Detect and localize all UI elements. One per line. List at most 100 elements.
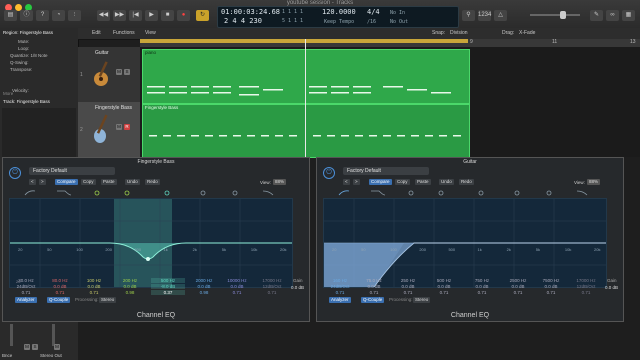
inspector-row[interactable]: Quantize: 1/8 Note: [10, 53, 48, 58]
track-header-bass[interactable]: 2 Fingerstyle Bass M R: [78, 102, 140, 158]
time-signature[interactable]: 4/4: [367, 8, 380, 16]
playhead[interactable]: [305, 39, 306, 157]
undo-button[interactable]: Undo: [439, 179, 454, 185]
band-gain[interactable]: 0.0 dB: [359, 284, 389, 289]
mixer-icon[interactable]: ⫶: [68, 10, 81, 21]
redo-button[interactable]: Redo: [145, 179, 160, 185]
band-q[interactable]: 0.71: [323, 290, 357, 295]
stop-icon[interactable]: ■: [161, 10, 174, 21]
track-name[interactable]: Guitar: [95, 50, 109, 56]
band-freq[interactable]: 7500 Hz: [535, 278, 567, 283]
more-toggle[interactable]: More: [3, 91, 13, 96]
tempo-value[interactable]: 120.0000: [322, 8, 356, 16]
mute-button[interactable]: M: [54, 344, 60, 350]
power-icon[interactable]: ⏻: [323, 167, 335, 179]
band-freq[interactable]: 17000 Hz: [255, 278, 289, 283]
band-q[interactable]: 0.71: [465, 290, 499, 295]
drag-select[interactable]: X-Fade: [519, 30, 535, 36]
zoom-select[interactable]: 88%: [587, 179, 601, 185]
band-gain[interactable]: 0.0 dB: [45, 284, 75, 289]
preset-menu[interactable]: Factory Default: [343, 167, 429, 175]
band-freq[interactable]: 2000 Hz: [189, 278, 219, 283]
band-gain-selected[interactable]: -8.0 dB: [151, 284, 185, 289]
track-name[interactable]: Fingerstyle Bass: [95, 105, 132, 111]
mute-button[interactable]: M: [116, 69, 122, 75]
solo-button[interactable]: S: [124, 69, 130, 75]
smart-controls-icon[interactable]: ◔: [52, 10, 65, 21]
inspector-icon[interactable]: ⓘ: [20, 10, 33, 21]
go-to-start-icon[interactable]: |◀: [129, 10, 142, 21]
band-gain[interactable]: 0.0 dB: [535, 284, 567, 289]
gain-value[interactable]: 0.0 dB: [291, 285, 304, 290]
record-icon[interactable]: ●: [177, 10, 190, 21]
band-q[interactable]: 0.71: [535, 290, 567, 295]
division[interactable]: /16: [367, 19, 376, 25]
solo-button[interactable]: S: [32, 344, 38, 350]
tuner-icon[interactable]: ⚲: [462, 10, 475, 21]
browser-icon[interactable]: ▦: [622, 10, 635, 21]
band-q[interactable]: 0.98: [115, 290, 145, 295]
play-icon[interactable]: ▶: [145, 10, 158, 21]
master-volume-knob[interactable]: [560, 11, 566, 19]
analyzer-button[interactable]: Analyzer: [329, 297, 351, 303]
band-freq[interactable]: 75.0 Hz: [359, 278, 389, 283]
band-gain[interactable]: 0.0 dB: [79, 284, 109, 289]
band-gain[interactable]: 0.0 dB: [189, 284, 219, 289]
band-q[interactable]: 0.71: [429, 290, 459, 295]
record-enable-button[interactable]: R: [124, 124, 130, 130]
undo-button[interactable]: Undo: [125, 179, 140, 185]
volume-fader[interactable]: [10, 324, 13, 346]
processing-select[interactable]: Stereo: [413, 297, 431, 303]
band-q[interactable]: 0.71: [569, 290, 603, 295]
band-q[interactable]: 0.71: [45, 290, 75, 295]
analyzer-button[interactable]: Analyzer: [15, 297, 37, 303]
band-q[interactable]: 0.71: [503, 290, 533, 295]
band-q-selected[interactable]: 0.37: [151, 290, 185, 295]
copy-button[interactable]: Copy: [81, 179, 96, 185]
forward-icon[interactable]: ▶▶: [113, 10, 126, 21]
band-freq[interactable]: 17000 Hz: [569, 278, 603, 283]
band-gain[interactable]: 0.0 dB: [221, 284, 253, 289]
gain-value[interactable]: 0.0 dB: [605, 285, 618, 290]
edit-menu[interactable]: Edit: [92, 30, 101, 36]
paste-button[interactable]: Paste: [101, 179, 117, 185]
band-gain[interactable]: 0.0 dB: [429, 284, 459, 289]
band-freq[interactable]: 2500 Hz: [503, 278, 533, 283]
cycle-icon[interactable]: ↻: [196, 10, 209, 21]
paste-button[interactable]: Paste: [415, 179, 431, 185]
preset-menu[interactable]: Factory Default: [29, 167, 115, 175]
band-freq[interactable]: 100 Hz: [79, 278, 109, 283]
power-icon[interactable]: ⏻: [9, 167, 21, 179]
eq-graph[interactable]: 20 50 100 200 500 1k 2k 5k 10k 20k: [323, 198, 607, 288]
library-icon[interactable]: ▤: [4, 10, 17, 21]
band-gain[interactable]: 0.0 dB: [465, 284, 499, 289]
q-couple-button[interactable]: Q-Couple: [361, 297, 385, 303]
rewind-icon[interactable]: ◀◀: [97, 10, 110, 21]
copy-button[interactable]: Copy: [395, 179, 410, 185]
band-freq[interactable]: 160 Hz: [323, 278, 357, 283]
band-gain[interactable]: 24dB/Oct: [9, 284, 43, 289]
band-freq[interactable]: 10000 Hz: [221, 278, 253, 283]
prev-preset-icon[interactable]: <: [29, 179, 36, 185]
band-q[interactable]: 0.71: [393, 290, 423, 295]
band-freq[interactable]: 30.0 Hz: [9, 278, 43, 283]
master-volume-slider[interactable]: [530, 11, 580, 19]
notepad-icon[interactable]: ✎: [590, 10, 603, 21]
lcd-display[interactable]: 01:00:03:24.68 2 4 4 230 1 1 1 1 5 1 1 1…: [217, 6, 459, 28]
band-freq[interactable]: 750 Hz: [465, 278, 499, 283]
inspector-row[interactable]: Q-Swing:: [10, 60, 29, 65]
region-piano[interactable]: piano: [142, 49, 470, 104]
band-freq[interactable]: 500 Hz: [429, 278, 459, 283]
band-q[interactable]: 0.98: [189, 290, 219, 295]
band-q[interactable]: 0.71: [79, 290, 109, 295]
functions-menu[interactable]: Functions: [113, 30, 135, 36]
processing-select[interactable]: Stereo: [99, 297, 117, 303]
prev-preset-icon[interactable]: <: [343, 179, 350, 185]
metronome-icon[interactable]: △: [494, 10, 507, 21]
volume-fader[interactable]: [52, 324, 55, 346]
snap-select[interactable]: Division: [450, 30, 468, 36]
loops-icon[interactable]: ∞: [606, 10, 619, 21]
band-gain[interactable]: 12dB/Oct: [255, 284, 289, 289]
q-couple-button[interactable]: Q-Couple: [47, 297, 71, 303]
mute-button[interactable]: M: [24, 344, 30, 350]
